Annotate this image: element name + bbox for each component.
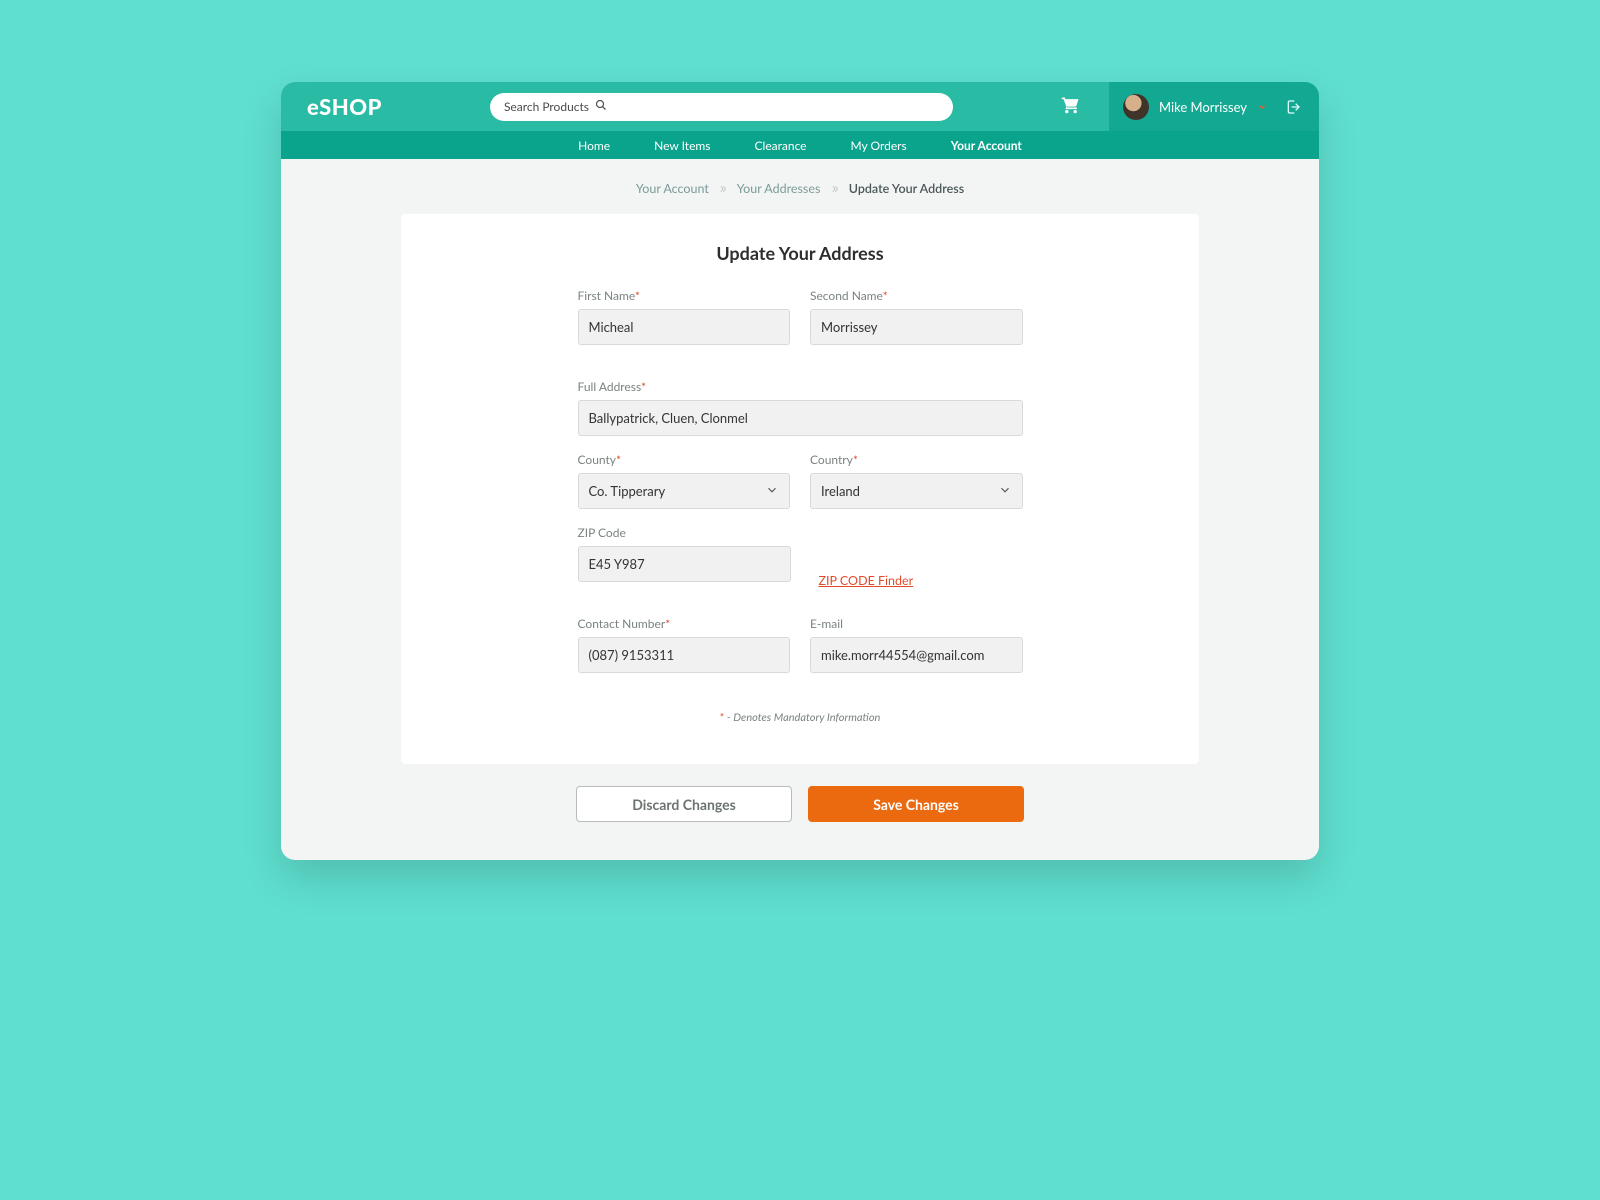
- nav-my-orders[interactable]: My Orders: [851, 138, 907, 153]
- cart-icon[interactable]: [1061, 95, 1081, 119]
- second-name-field[interactable]: Morrissey: [810, 309, 1023, 345]
- breadcrumb: Your Account Your Addresses Update Your …: [281, 181, 1319, 196]
- nav-clearance[interactable]: Clearance: [754, 138, 806, 153]
- mandatory-note: * - Denotes Mandatory Information: [578, 711, 1023, 724]
- first-name-label: First Name*: [578, 288, 791, 303]
- search-placeholder: Search Products: [504, 99, 589, 114]
- nav-your-account[interactable]: Your Account: [951, 138, 1022, 153]
- chevron-down-icon: [1257, 102, 1267, 112]
- county-label: County*: [578, 452, 791, 467]
- user-menu[interactable]: Mike Morrissey: [1109, 82, 1319, 131]
- email-field[interactable]: mike.morr44554@gmail.com: [810, 637, 1023, 673]
- first-name-field[interactable]: Micheal: [578, 309, 791, 345]
- country-label: Country*: [810, 452, 1023, 467]
- search-icon: [589, 99, 607, 114]
- avatar: [1123, 94, 1149, 120]
- zip-label: ZIP Code: [578, 525, 791, 540]
- chevron-down-icon: [765, 483, 779, 500]
- zip-finder-link[interactable]: ZIP CODE Finder: [819, 573, 914, 598]
- zip-field[interactable]: E45 Y987: [578, 546, 791, 582]
- discard-button[interactable]: Discard Changes: [576, 786, 792, 822]
- logout-icon[interactable]: [1285, 99, 1301, 115]
- user-name: Mike Morrissey: [1159, 99, 1247, 115]
- full-address-label: Full Address*: [578, 379, 1023, 394]
- app-window: eSHOP Search Products Mike Morrissey: [281, 82, 1319, 860]
- search-input[interactable]: Search Products: [490, 93, 953, 121]
- main-nav: Home New Items Clearance My Orders Your …: [281, 131, 1319, 159]
- nav-new-items[interactable]: New Items: [654, 138, 710, 153]
- full-address-field[interactable]: Ballypatrick, Cluen, Clonmel: [578, 400, 1023, 436]
- nav-home[interactable]: Home: [578, 138, 610, 153]
- email-label: E-mail: [810, 616, 1023, 631]
- second-name-label: Second Name*: [810, 288, 1023, 303]
- form-actions: Discard Changes Save Changes: [281, 786, 1319, 822]
- search-wrap: Search Products: [400, 93, 1043, 121]
- crumb-your-addresses[interactable]: Your Addresses: [737, 181, 821, 196]
- chevron-right-icon: [830, 182, 840, 197]
- country-select[interactable]: Ireland: [810, 473, 1023, 509]
- contact-field[interactable]: (087) 9153311: [578, 637, 791, 673]
- save-button[interactable]: Save Changes: [808, 786, 1024, 822]
- chevron-right-icon: [718, 182, 728, 197]
- contact-label: Contact Number*: [578, 616, 791, 631]
- chevron-down-icon: [998, 483, 1012, 500]
- topbar: eSHOP Search Products Mike Morrissey: [281, 82, 1319, 131]
- crumb-current: Update Your Address: [849, 181, 964, 196]
- site-logo[interactable]: eSHOP: [307, 93, 382, 120]
- address-form-card: Update Your Address First Name* Micheal …: [401, 214, 1199, 764]
- form-title: Update Your Address: [461, 242, 1139, 264]
- crumb-your-account[interactable]: Your Account: [636, 181, 709, 196]
- county-select[interactable]: Co. Tipperary: [578, 473, 791, 509]
